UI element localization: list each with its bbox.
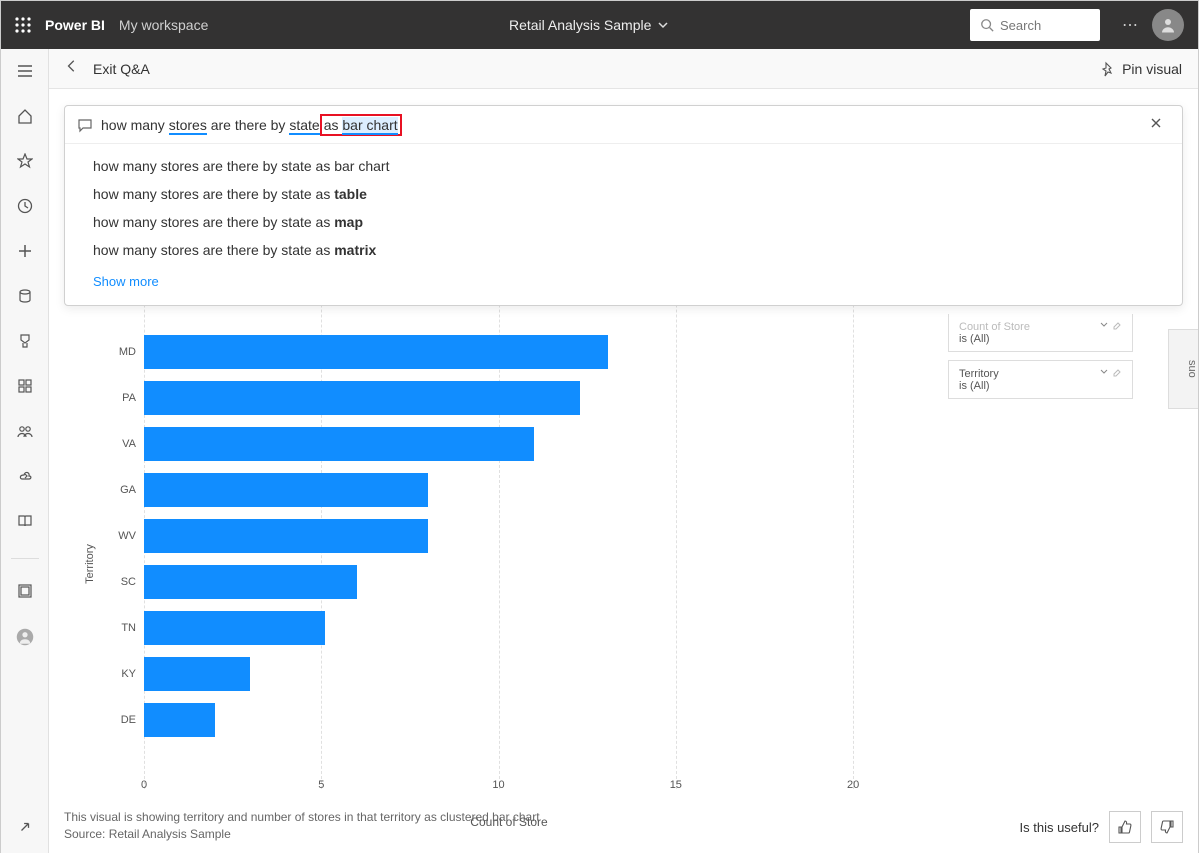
category-label: DE [106, 714, 136, 726]
report-title-dropdown[interactable]: Retail Analysis Sample [208, 17, 970, 33]
nav-workspaces-icon[interactable] [17, 583, 33, 604]
thumbs-down-button[interactable] [1151, 811, 1183, 843]
nav-datasets-icon[interactable] [17, 288, 33, 309]
bar-chart: Territory MDPAVAGAWVSCTNKYDE 05101520 Co… [94, 329, 924, 799]
category-label: MD [106, 346, 136, 358]
x-tick: 15 [670, 779, 682, 791]
more-options-button[interactable]: ⋯ [1122, 15, 1140, 35]
bar-row: SC [144, 559, 924, 605]
exit-qna-button[interactable]: Exit Q&A [93, 61, 150, 77]
category-label: PA [106, 392, 136, 404]
bar-row: VA [144, 421, 924, 467]
clear-query-button[interactable] [1150, 116, 1170, 134]
report-title: Retail Analysis Sample [509, 17, 651, 33]
bar[interactable] [144, 473, 428, 507]
category-label: GA [106, 484, 136, 496]
chevron-down-icon [657, 19, 669, 31]
nav-deploy-icon[interactable] [17, 468, 33, 489]
x-tick: 10 [492, 779, 504, 791]
global-header: Power BI My workspace Retail Analysis Sa… [1, 1, 1198, 49]
bar-row: DE [144, 697, 924, 743]
category-label: TN [106, 622, 136, 634]
filter-card[interactable]: Count of Store is (All) [948, 314, 1133, 352]
category-label: SC [106, 576, 136, 588]
bar-row: KY [144, 651, 924, 697]
qna-input[interactable]: how many stores are there by state as ba… [65, 106, 1182, 144]
qna-subheader: Exit Q&A Pin visual [49, 49, 1198, 89]
filters-panel: Count of Store is (All) Territory is (All… [948, 314, 1133, 407]
pin-visual-label: Pin visual [1122, 61, 1182, 77]
thumbs-up-button[interactable] [1109, 811, 1141, 843]
visualizations-tab-label: suo [1186, 360, 1198, 378]
show-more-suggestions[interactable]: Show more [65, 264, 1182, 293]
pin-icon [1100, 61, 1116, 77]
bar[interactable] [144, 427, 534, 461]
bar-row: TN [144, 605, 924, 651]
x-tick: 20 [847, 779, 859, 791]
user-avatar[interactable] [1152, 9, 1184, 41]
qna-suggestion[interactable]: how many stores are there by state as ma… [65, 236, 1182, 264]
search-icon [980, 18, 994, 32]
filter-card[interactable]: Territory is (All) [948, 360, 1133, 399]
qna-query-text: how many stores are there by state as ba… [101, 114, 1150, 136]
bar[interactable] [144, 519, 428, 553]
nav-goals-icon[interactable] [17, 333, 33, 354]
back-button[interactable] [65, 59, 79, 78]
x-tick: 5 [318, 779, 324, 791]
nav-recent-icon[interactable] [17, 198, 33, 219]
visualizations-tab[interactable]: suo [1168, 329, 1198, 409]
global-search[interactable]: Search [970, 9, 1100, 41]
brand-label: Power BI [45, 17, 105, 33]
result-description: This visual is showing territory and num… [64, 809, 540, 843]
nav-hamburger-icon[interactable] [17, 63, 33, 84]
chat-icon [77, 117, 93, 133]
bar[interactable] [144, 657, 250, 691]
nav-shared-icon[interactable] [17, 423, 33, 444]
nav-expand-icon[interactable] [18, 820, 32, 839]
nav-home-icon[interactable] [17, 108, 33, 129]
feedback-bar: Is this useful? [1020, 811, 1184, 843]
search-placeholder: Search [1000, 18, 1041, 33]
category-label: WV [106, 530, 136, 542]
nav-favorite-icon[interactable] [17, 153, 33, 174]
left-nav [1, 49, 49, 853]
bar-row: WV [144, 513, 924, 559]
nav-apps-icon[interactable] [17, 378, 33, 399]
bar[interactable] [144, 703, 215, 737]
x-tick: 0 [141, 779, 147, 791]
main-content: Exit Q&A Pin visual how many stores are … [49, 49, 1198, 853]
bar-row: PA [144, 375, 924, 421]
bar[interactable] [144, 611, 325, 645]
qna-suggestion[interactable]: how many stores are there by state as ma… [65, 208, 1182, 236]
nav-create-icon[interactable] [17, 243, 33, 264]
bar-row: GA [144, 467, 924, 513]
bar[interactable] [144, 565, 357, 599]
chevron-down-icon [1099, 320, 1109, 330]
eraser-icon [1112, 367, 1122, 377]
qna-suggestion[interactable]: how many stores are there by state as ta… [65, 180, 1182, 208]
workspace-label[interactable]: My workspace [119, 17, 208, 33]
feedback-prompt: Is this useful? [1020, 820, 1100, 835]
bar[interactable] [144, 335, 608, 369]
app-launcher-icon[interactable] [15, 17, 31, 33]
chevron-down-icon [1099, 367, 1109, 377]
qna-suggestions: how many stores are there by state as ba… [65, 144, 1182, 305]
qna-box: how many stores are there by state as ba… [64, 105, 1183, 306]
category-label: KY [106, 668, 136, 680]
qna-suggestion[interactable]: how many stores are there by state as ba… [65, 152, 1182, 180]
bar-row: MD [144, 329, 924, 375]
y-axis-label: Territory [84, 544, 96, 584]
nav-myworkspace-icon[interactable] [16, 628, 34, 651]
person-icon [1159, 16, 1177, 34]
pin-visual-button[interactable]: Pin visual [1100, 61, 1182, 77]
eraser-icon [1112, 320, 1122, 330]
nav-learn-icon[interactable] [17, 513, 33, 534]
category-label: VA [106, 438, 136, 450]
bar[interactable] [144, 381, 580, 415]
